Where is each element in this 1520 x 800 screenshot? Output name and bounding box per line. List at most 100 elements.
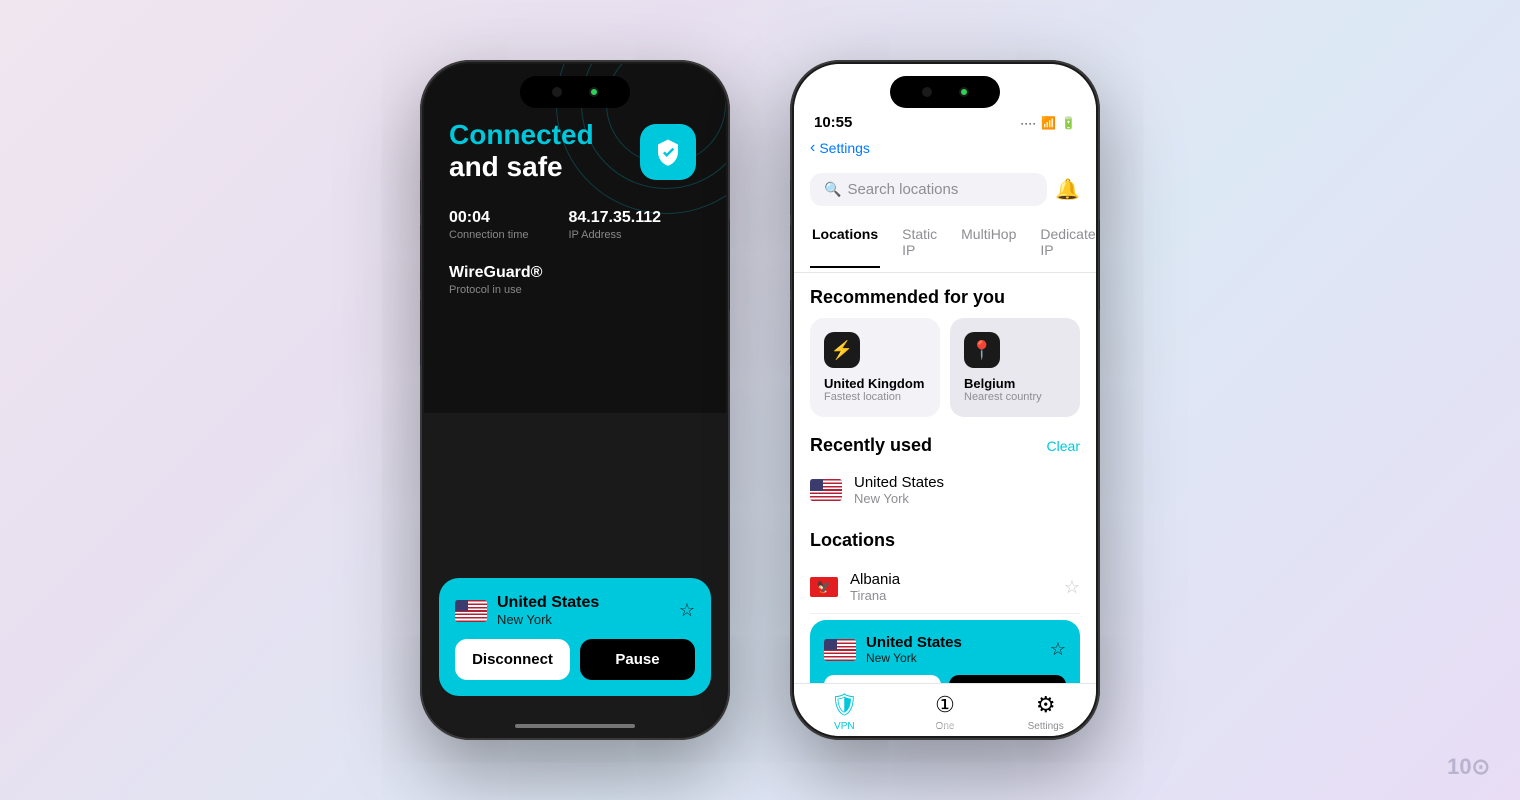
recently-used-us[interactable]: United States New York (794, 464, 1096, 516)
phone2: 10:55 ···· 📶 🔋 ‹ Settings 🔍 (790, 60, 1100, 740)
search-bar[interactable]: 🔍 Search locations (810, 173, 1047, 206)
location-card: United States New York ☆ Disconnect Paus… (439, 578, 711, 696)
rec-card-uk-icon: ⚡ (824, 332, 860, 368)
rec-card-belgium-icon: 📍 (964, 332, 1000, 368)
status-time: 10:55 (814, 114, 852, 131)
rec-card-uk[interactable]: ⚡ United Kingdom Fastest location (810, 318, 940, 417)
back-arrow-icon[interactable]: ‹ (810, 139, 815, 157)
rec-card-uk-country: United Kingdom (824, 376, 926, 391)
us-country: United States (854, 474, 944, 491)
tab-locations[interactable]: Locations (810, 218, 880, 268)
settings-tab-icon: ⚙ (1036, 692, 1056, 718)
location-tabs: Locations Static IP MultiHop Dedicated I… (794, 214, 1096, 273)
clear-button[interactable]: Clear (1047, 438, 1080, 454)
protocol-info: WireGuard® Protocol in use (449, 264, 542, 296)
rec-card-belgium-country: Belgium (964, 376, 1066, 391)
location-country: United States (497, 594, 599, 612)
tab-vpn[interactable]: 🛡 VPN (794, 692, 895, 732)
selected-star-icon[interactable]: ☆ (1050, 639, 1066, 660)
rec-card-uk-sub: Fastest location (824, 391, 926, 403)
albania-country: Albania (850, 571, 900, 588)
search-container: 🔍 Search locations 🔔 (794, 165, 1096, 214)
selected-loc-buttons: Disconnect Pause (824, 675, 1066, 683)
back-navigation: ‹ Settings (794, 135, 1096, 165)
home-indicator (515, 724, 635, 728)
battery-icon: 🔋 (1061, 116, 1076, 130)
wifi-icon: 📶 (1041, 116, 1056, 130)
rec-card-belgium-sub: Nearest country (964, 391, 1066, 403)
search-placeholder: Search locations (847, 181, 958, 198)
albania-location-text: Albania Tirana (850, 571, 900, 603)
location-city: New York (497, 612, 599, 627)
selected-pause-button[interactable]: Pause (949, 675, 1066, 683)
bell-icon[interactable]: 🔔 (1055, 177, 1080, 202)
locations-content: Recommended for you ⚡ United Kingdom Fas… (794, 273, 1096, 683)
safe-label: and safe (449, 151, 594, 183)
connection-time-label: Connection time (449, 229, 529, 241)
locations-screen: 10:55 ···· 📶 🔋 ‹ Settings 🔍 (794, 64, 1096, 736)
selected-loc-info: United States New York (824, 634, 962, 665)
ip-address-item: 84.17.35.112 IP Address (569, 209, 662, 241)
vpn-tab-label: VPN (834, 721, 855, 732)
vpn-bottom-section: × United States New York (424, 413, 726, 736)
recommended-cards: ⚡ United Kingdom Fastest location 📍 Belg… (794, 318, 1096, 431)
location-action-buttons: Disconnect Pause (455, 639, 695, 680)
search-icon: 🔍 (824, 181, 841, 198)
vpn-shield-icon[interactable] (640, 124, 696, 180)
selected-country: United States (866, 634, 962, 651)
phone1: Connected and safe 00:04 Connection time… (420, 60, 730, 740)
tab-static-ip[interactable]: Static IP (900, 218, 939, 268)
divider-1 (810, 613, 1080, 614)
us-flag-recent (810, 479, 842, 501)
selected-disconnect-button[interactable]: Disconnect (824, 675, 941, 683)
tab-settings[interactable]: ⚙ Settings (995, 692, 1096, 732)
ip-address-value: 84.17.35.112 (569, 209, 662, 227)
albania-flag-icon: 🦅 (810, 577, 838, 597)
selected-loc-header: United States New York ☆ (824, 634, 1066, 665)
favorite-star-icon[interactable]: ☆ (679, 600, 695, 621)
connected-label: Connected (449, 119, 594, 151)
us-city: New York (854, 491, 944, 506)
location-text: United States New York (497, 594, 599, 627)
connection-time-item: 00:04 Connection time (449, 209, 529, 241)
watermark: 10⊙ (1447, 754, 1490, 780)
tab-multihop[interactable]: MultiHop (959, 218, 1018, 268)
dynamic-island (520, 76, 630, 108)
connection-info: 00:04 Connection time 84.17.35.112 IP Ad… (449, 209, 661, 241)
ip-address-label: IP Address (569, 229, 662, 241)
us-flag-selected (824, 639, 856, 661)
home-indicator-2 (885, 724, 1005, 728)
selected-city: New York (866, 651, 962, 665)
locations-section-title: Locations (794, 516, 1096, 561)
settings-tab-label: Settings (1028, 721, 1064, 732)
protocol-label: Protocol in use (449, 284, 542, 296)
location-card-header: United States New York ☆ (455, 594, 695, 627)
status-icons: ···· 📶 🔋 (1020, 116, 1076, 130)
vpn-connected-screen: Connected and safe 00:04 Connection time… (424, 64, 726, 736)
disconnect-button[interactable]: Disconnect (455, 639, 570, 680)
selected-loc-text: United States New York (866, 634, 962, 665)
us-flag-icon (455, 600, 487, 622)
protocol-value: WireGuard® (449, 264, 542, 282)
pause-button[interactable]: Pause (580, 639, 695, 680)
rec-card-belgium[interactable]: 📍 Belgium Nearest country (950, 318, 1080, 417)
albania-star-icon[interactable]: ☆ (1064, 577, 1080, 598)
connection-time-value: 00:04 (449, 209, 529, 227)
back-label[interactable]: Settings (819, 140, 870, 156)
recently-used-header: Recently used Clear (794, 431, 1096, 464)
signal-icon: ···· (1020, 116, 1036, 130)
di-sensor-2 (959, 87, 969, 97)
albania-city: Tirana (850, 588, 900, 603)
dynamic-island-2 (890, 76, 1000, 108)
location-row-albania[interactable]: 🦅 Albania Tirana ☆ (794, 561, 1096, 613)
connected-heading: Connected and safe (449, 119, 594, 183)
tab-dedicated-ip[interactable]: Dedicated IP (1038, 218, 1096, 268)
recommended-title: Recommended for you (794, 273, 1096, 318)
selected-location-card: United States New York ☆ Disconnect Paus… (810, 620, 1080, 683)
us-location-text: United States New York (854, 474, 944, 506)
shield-svg (653, 137, 683, 167)
location-info: United States New York (455, 594, 599, 627)
vpn-top-section: Connected and safe 00:04 Connection time… (424, 64, 726, 434)
one-tab-icon: ① (935, 692, 955, 718)
vpn-tab-icon: 🛡 (830, 692, 858, 718)
